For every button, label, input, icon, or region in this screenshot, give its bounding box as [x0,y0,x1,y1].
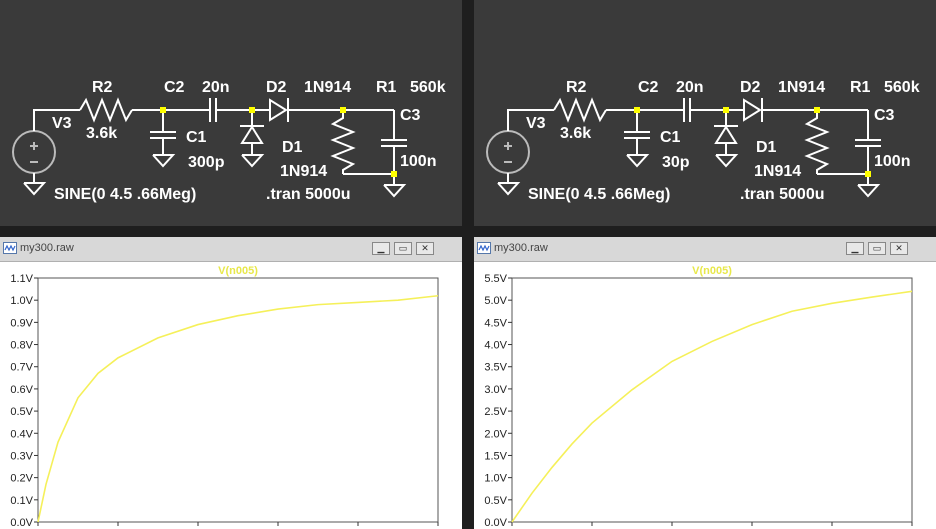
resistor-r1-symbol [804,110,830,174]
y-tick-label: 1.5V [484,450,507,462]
c1-label: C1 [186,129,207,146]
resistor-r2-symbol [553,97,607,123]
y-tick-label: 0.5V [484,495,507,507]
minimize-button[interactable]: ▁ [846,242,864,255]
y-tick-label: 0.8V [10,340,33,352]
y-tick-label: 1.0V [484,473,507,485]
d1-model: 1N914 [280,163,327,180]
c2-value: 20n [202,79,230,96]
schematic-panel-right[interactable]: V3 R2 3.6k C2 20n C1 30p D2 1N914 D1 1N9… [472,0,936,226]
r1-value: 560k [884,79,920,96]
y-tick-label: 0.5V [10,406,33,418]
source-spec: SINE(0 4.5 .66Meg) [528,186,670,203]
r2-label: R2 [566,79,587,96]
c2-value: 20n [676,79,704,96]
resistor-r2-symbol [79,97,133,123]
window-titlebar[interactable]: my300.raw ▁ ▭ ✕ [0,237,462,262]
r1-value: 560k [410,79,446,96]
window-title: my300.raw [494,242,548,254]
y-tick-label: 0.0V [10,517,33,529]
resistor-r1-symbol [330,110,356,174]
close-button[interactable]: ✕ [416,242,434,255]
y-tick-label: 0.1V [10,495,33,507]
y-tick-label: 3.5V [484,362,507,374]
waveform-plot[interactable]: V(n005) 5.5V 5.0V 4.5V 4.0V 3.5V 3.0V 2.5V 2.0V 1… [474,261,936,529]
y-tick-label: 0.7V [10,362,33,374]
maximize-button[interactable]: ▭ [868,242,886,255]
d2-label: D2 [266,79,287,96]
r2-value: 3.6k [86,125,117,142]
tran-directive: .tran 5000u [266,186,350,203]
diode-d1-symbol [714,125,738,144]
diode-d2-symbol [269,98,288,122]
c1-value: 300p [188,154,225,171]
plot-area[interactable] [37,277,439,523]
c3-value: 100n [874,153,910,170]
y-tick-label: 0.3V [10,450,33,462]
r1-label: R1 [850,79,871,96]
y-tick-label: 2.0V [484,428,507,440]
window-titlebar[interactable]: my300.raw ▁ ▭ ✕ [474,237,936,262]
y-tick-label: 0.6V [10,384,33,396]
y-tick-label: 3.0V [484,384,507,396]
c1-label: C1 [660,129,681,146]
schematic-canvas[interactable]: V3 R2 3.6k C2 20n C1 30p D2 1N914 D1 1N9… [474,0,936,226]
close-button[interactable]: ✕ [890,242,908,255]
voltage-source-symbol [12,130,56,174]
d1-label: D1 [756,139,777,156]
waveform-plot[interactable]: V(n005) 1.1V 1.0V 0.9V 0.8V 0.7V 0.6V 0.5V 0.4V 0… [0,261,462,529]
y-tick-label: 1.0V [10,295,33,307]
y-tick-label: 5.0V [484,295,507,307]
plot-area[interactable] [511,277,913,523]
voltage-source-symbol [486,130,530,174]
schematic-canvas[interactable]: V3 R2 3.6k C2 20n C1 300p D2 1N914 D1 1N… [0,0,464,226]
c1-value: 30p [662,154,690,171]
waveform-icon [477,242,491,254]
maximize-button[interactable]: ▭ [394,242,412,255]
r1-label: R1 [376,79,397,96]
waveform-window-right[interactable]: my300.raw ▁ ▭ ✕ V(n005) 5.5V 5.0V 4.5V 4.0V 3… [474,237,936,529]
d1-model: 1N914 [754,163,801,180]
d2-label: D2 [740,79,761,96]
source-spec: SINE(0 4.5 .66Meg) [54,186,196,203]
c3-value: 100n [400,153,436,170]
v3-label: V3 [526,115,546,132]
c3-label: C3 [400,107,421,124]
d2-model: 1N914 [304,79,351,96]
r2-value: 3.6k [560,125,591,142]
trace-label[interactable]: V(n005) [692,265,732,277]
tran-directive: .tran 5000u [740,186,824,203]
diode-d1-symbol [240,125,264,144]
c2-label: C2 [638,79,659,96]
schematic-panel-left[interactable]: V3 R2 3.6k C2 20n C1 300p D2 1N914 D1 1N… [0,0,464,226]
y-tick-label: 0.0V [484,517,507,529]
y-tick-label: 2.5V [484,406,507,418]
y-tick-label: 5.5V [484,273,507,285]
diode-d2-symbol [743,98,762,122]
y-tick-label: 0.4V [10,428,33,440]
y-tick-label: 0.9V [10,317,33,329]
r2-label: R2 [92,79,113,96]
y-tick-label: 4.5V [484,317,507,329]
y-tick-label: 1.1V [10,273,33,285]
c2-label: C2 [164,79,185,96]
waveform-window-left[interactable]: my300.raw ▁ ▭ ✕ V(n005) 1.1V 1.0V 0.9V 0.8V 0… [0,237,462,529]
d2-model: 1N914 [778,79,825,96]
trace-label[interactable]: V(n005) [218,265,258,277]
minimize-button[interactable]: ▁ [372,242,390,255]
d1-label: D1 [282,139,303,156]
y-tick-label: 4.0V [484,340,507,352]
waveform-icon [3,242,17,254]
y-tick-label: 0.2V [10,473,33,485]
window-title: my300.raw [20,242,74,254]
v3-label: V3 [52,115,72,132]
c3-label: C3 [874,107,895,124]
